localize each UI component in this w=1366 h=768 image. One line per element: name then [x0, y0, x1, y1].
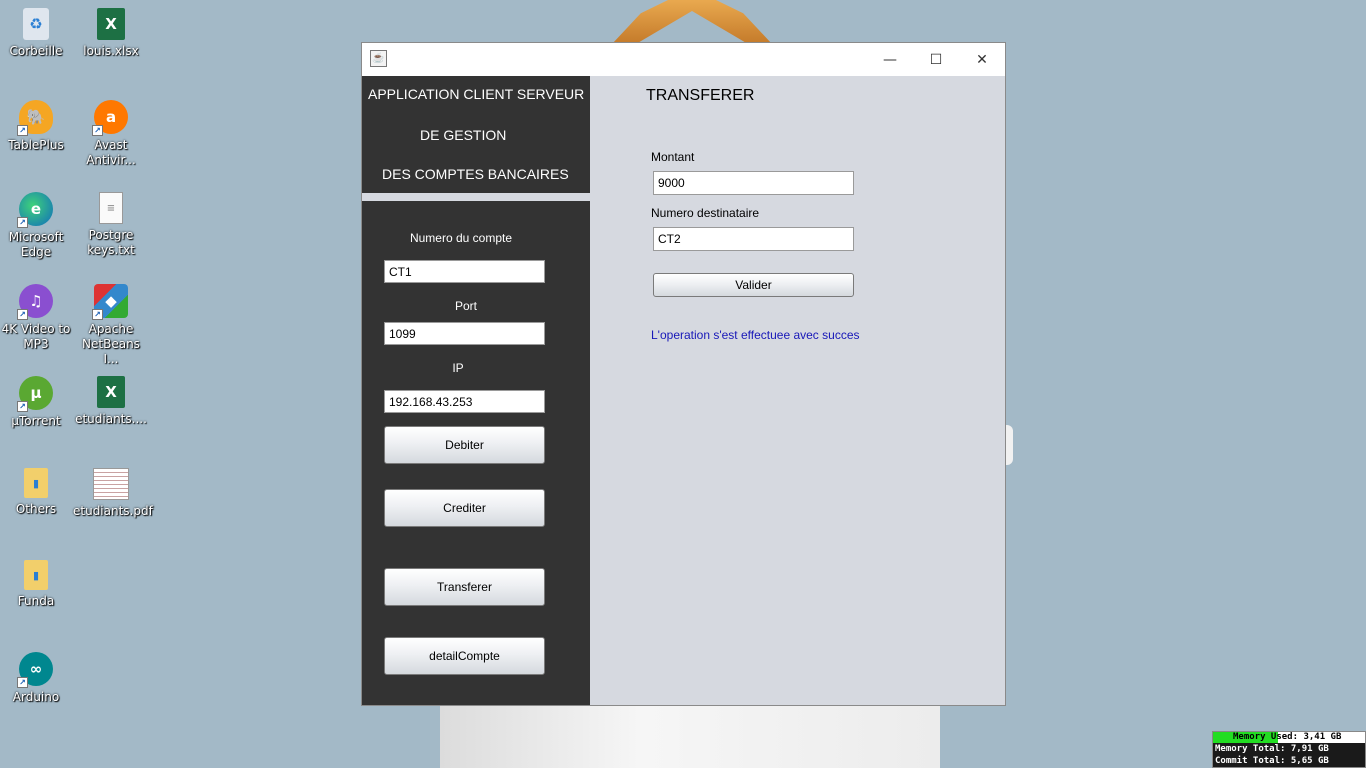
netbeans-icon: ◆ ↗ [92, 284, 128, 320]
excel-file-icon: X [97, 376, 125, 408]
desktop-icon-label: µTorrent [11, 414, 61, 428]
desktop-icon-postgre-keys[interactable]: ≡ Postgre keys.txt [73, 192, 149, 258]
desktop-icon-tableplus[interactable]: 🐘 ↗ TablePlus [0, 100, 74, 153]
desktop-icon-label: TablePlus [8, 138, 64, 152]
utorrent-icon: µ ↗ [17, 376, 53, 412]
folder-icon: ▮ [24, 560, 48, 590]
folder-icon: ▮ [24, 468, 48, 498]
sidebar-panel: APPLICATION CLIENT SERVEUR DE GESTION DE… [362, 76, 590, 705]
port-input[interactable]: 1099 [384, 322, 545, 345]
desktop-icon-label: Funda [17, 594, 55, 608]
account-number-label: Numero du compte [409, 231, 513, 245]
app-window: ☕ — ☐ ✕ APPLICATION CLIENT SERVEUR DE GE… [361, 42, 1006, 706]
desktop-icon-edge[interactable]: e ↗ Microsoft Edge [0, 192, 74, 260]
debit-button[interactable]: Debiter [384, 426, 545, 464]
desktop-icon-label: Postgre keys.txt [87, 228, 135, 257]
close-button[interactable]: ✕ [959, 43, 1005, 76]
transfer-button[interactable]: Transferer [384, 568, 545, 606]
arduino-icon: ∞ ↗ [17, 652, 53, 688]
desktop-icon-label: etudiants.... [75, 412, 147, 426]
desktop-icon-etudiants-pdf[interactable]: etudiants.pdf [73, 468, 153, 519]
desktop-icon-avast[interactable]: a ↗ Avast Antivir... [73, 100, 149, 168]
desktop-icon-netbeans[interactable]: ◆ ↗ Apache NetBeans I... [73, 284, 149, 367]
desktop-icon-label: Corbeille [9, 44, 63, 58]
desktop-icon-label: Arduino [12, 690, 60, 704]
desktop-icon-utorrent[interactable]: µ ↗ µTorrent [0, 376, 74, 429]
tableplus-icon: 🐘 ↗ [17, 100, 53, 136]
commit-total-text: Commit Total: 5,65 GB [1215, 756, 1329, 766]
recipient-input[interactable]: CT2 [653, 227, 854, 251]
desktop-icon-etudiants-xlsx[interactable]: X etudiants.... [73, 376, 149, 427]
maximize-button[interactable]: ☐ [913, 43, 959, 76]
credit-button[interactable]: Crediter [384, 489, 545, 527]
ip-label: IP [452, 361, 464, 375]
memory-used-text: Memory Used: 3,41 GB [1233, 732, 1342, 742]
4k-video-icon: ♫ ↗ [17, 284, 53, 320]
port-label: Port [454, 299, 477, 313]
desktop-icon-4kvideo[interactable]: ♫ ↗ 4K Video to MP3 [0, 284, 74, 352]
status-message: L'operation s'est effectuee avec succes [651, 328, 860, 342]
desktop-icon-label: etudiants.pdf [73, 504, 153, 518]
desktop-icon-label: 4K Video to MP3 [1, 322, 71, 351]
app-title-line2: DE GESTION [420, 127, 507, 143]
desktop-icon-funda[interactable]: ▮ Funda [0, 560, 74, 609]
memory-total-text: Memory Total: 7,91 GB [1215, 744, 1329, 754]
minimize-button[interactable]: — [867, 43, 913, 76]
desktop-icon-label: Avast Antivir... [86, 138, 136, 167]
desktop-icon-others[interactable]: ▮ Others [0, 468, 74, 517]
recycle-bin-icon: ♻ [23, 8, 49, 40]
amount-label: Montant [651, 150, 695, 164]
desktop-icon-label: Microsoft Edge [8, 230, 64, 259]
recipient-label: Numero destinataire [651, 206, 760, 220]
desktop-icon-label: Apache NetBeans I... [82, 322, 140, 366]
excel-file-icon: X [97, 8, 125, 40]
app-title-line1: APPLICATION CLIENT SERVEUR [368, 86, 585, 102]
sidebar-divider [362, 193, 590, 201]
pdf-file-icon [93, 468, 129, 500]
avast-icon: a ↗ [92, 100, 128, 136]
edge-icon: e ↗ [17, 192, 53, 228]
wallpaper-shirt [440, 706, 940, 768]
page-title: TRANSFERER [646, 87, 755, 104]
desktop-icon-recycle-bin[interactable]: ♻ Corbeille [0, 8, 74, 59]
desktop-icon-arduino[interactable]: ∞ ↗ Arduino [0, 652, 74, 705]
desktop-icon-label: louis.xlsx [83, 44, 139, 58]
validate-button[interactable]: Valider [653, 273, 854, 297]
wallpaper-hanger [612, 0, 772, 44]
java-app-icon: ☕ [370, 50, 387, 67]
ip-input[interactable]: 192.168.43.253 [384, 390, 545, 413]
window-titlebar[interactable]: ☕ — ☐ ✕ [362, 43, 1005, 76]
amount-input[interactable]: 9000 [653, 171, 854, 195]
text-file-icon: ≡ [99, 192, 123, 224]
detail-account-button[interactable]: detailCompte [384, 637, 545, 675]
account-number-input[interactable]: CT1 [384, 260, 545, 283]
desktop-icon-louis-xlsx[interactable]: X louis.xlsx [73, 8, 149, 59]
memory-widget: Memory Used: 3,41 GB Memory Total: 7,91 … [1212, 731, 1366, 768]
app-title-line3: DES COMPTES BANCAIRES [382, 166, 569, 182]
desktop-icon-label: Others [15, 502, 57, 516]
